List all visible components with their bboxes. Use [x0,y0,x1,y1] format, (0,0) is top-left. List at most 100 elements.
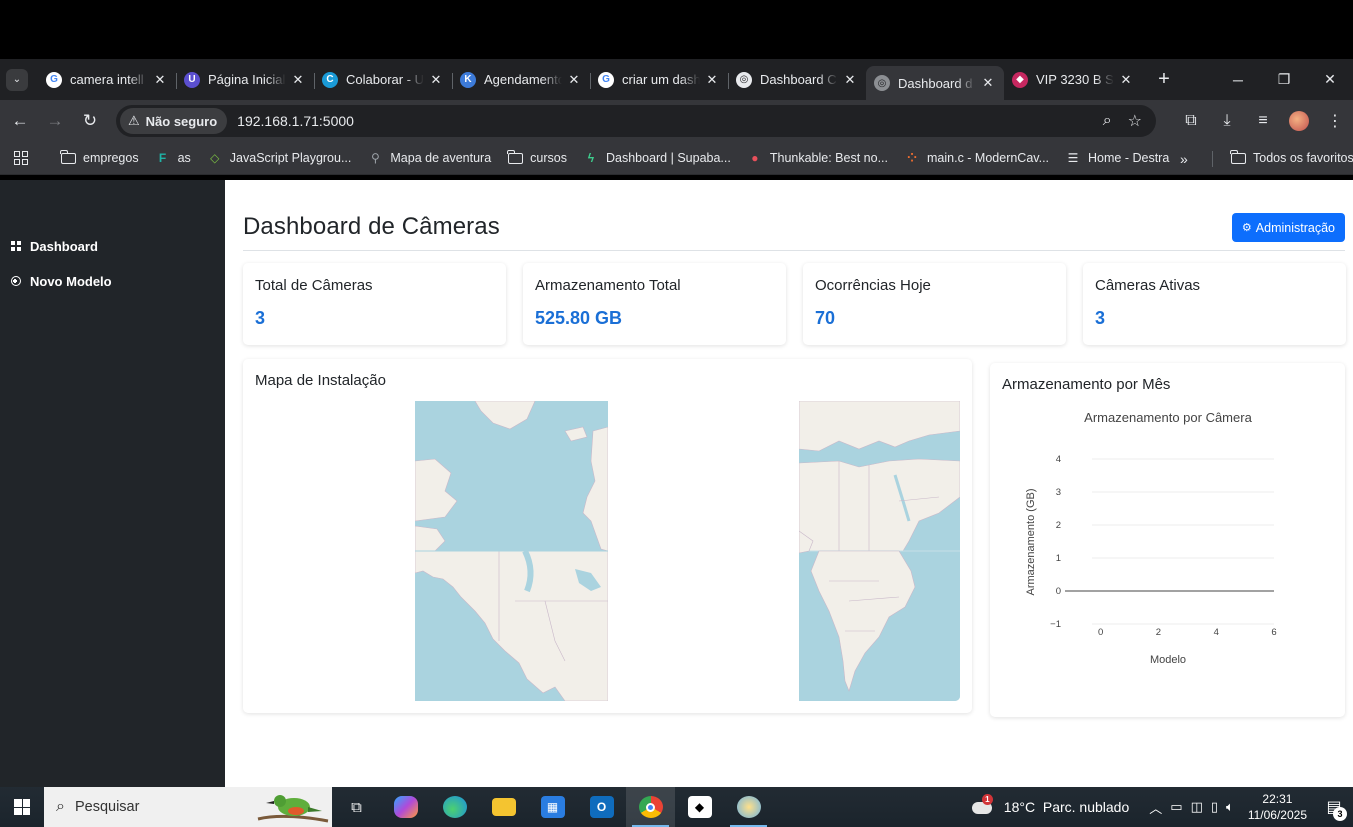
tab-favicon-icon: ◎ [736,71,752,88]
restore-icon[interactable]: ❐ [1261,59,1307,100]
tab-favicon-icon: C [322,71,338,88]
copilot-icon[interactable] [381,787,430,827]
start-button[interactable] [0,787,44,827]
bookmark-label: Dashboard | Supaba... [605,151,731,165]
network-icon[interactable]: ▯ [1211,799,1218,815]
map-view[interactable] [415,401,608,701]
url-text[interactable]: 192.168.1.71:5000 [237,113,354,129]
tab-favicon-icon: U [184,71,200,88]
tab-search-button[interactable]: ⌄ [6,68,28,91]
apps-icon[interactable] [0,145,36,171]
sidebar-item-novo-modelo[interactable]: Novo Modelo [0,270,112,292]
tab-close-icon[interactable]: ✕ [152,72,168,88]
sidebar-item-label: Dashboard [30,238,98,254]
media-icon[interactable]: ≡ [1245,100,1281,142]
paint-icon[interactable] [724,787,773,827]
bookmark-item[interactable]: ⚲ Mapa de aventura [359,145,499,171]
bookmark-item[interactable]: ◇ JavaScript Playgrou... [199,145,360,171]
security-label: Não seguro [145,113,218,129]
extensions-icon[interactable]: ⧉ [1173,100,1209,142]
notification-icon[interactable]: ▤ 3 [1319,787,1349,827]
bookmark-item[interactable]: ϟ Dashboard | Supaba... [575,145,739,171]
y-tick-label: 4 [1056,454,1061,465]
bolt-icon: ϟ [587,151,595,165]
all-bookmarks-folder[interactable]: Todos os favoritos [1222,145,1353,171]
tab-title: VIP 3230 B S [1036,72,1114,87]
tab[interactable]: U Página Inicial ✕ [176,65,314,95]
minimize-icon[interactable]: ─ [1215,59,1261,100]
folder-icon [60,149,76,165]
task-view-icon[interactable]: ⧉ [332,787,381,827]
close-window-icon[interactable]: ✕ [1307,59,1353,100]
roblox-icon[interactable]: ◆ [675,787,724,827]
download-icon[interactable]: ⤓ [1209,100,1245,142]
tab-close-icon[interactable]: ✕ [704,72,720,88]
store-icon[interactable]: ▦ [528,787,577,827]
site-info-chip[interactable]: ⚠ Não seguro [120,108,228,134]
title-divider [243,250,1345,251]
tab-close-icon[interactable]: ✕ [1118,72,1134,88]
tab-close-icon[interactable]: ✕ [428,72,444,88]
back-button[interactable]: ← [5,106,35,136]
admin-button[interactable]: ⚙ Administração [1231,213,1345,242]
tab[interactable]: ◎ Dashboard d ✕ [866,66,1004,100]
zoom-icon[interactable]: ⌕ [1103,112,1112,130]
meet-icon[interactable]: ▭ [1170,799,1182,815]
tab-title: criar um dash [622,72,700,87]
more-bookmarks-icon[interactable]: » [1180,142,1188,175]
map-view-east[interactable] [799,401,960,701]
bookmark-item[interactable]: ☰ Home - Destra [1057,145,1177,171]
tab[interactable]: ◎ Dashboard C ✕ [728,65,866,95]
tab[interactable]: K Agendamento ✕ [452,65,590,95]
warning-icon: ⚠ [128,113,140,128]
bookmark-item[interactable]: cursos [499,145,575,171]
bookmark-label: Home - Destra [1088,151,1170,165]
bookmark-item[interactable]: ⁘ main.c - ModernCav... [896,145,1057,171]
tab[interactable]: Gcamera intell ✕ [38,65,176,95]
weather-text: 18°C Parc. nublado [1003,799,1130,815]
file-explorer-icon[interactable] [479,787,528,827]
chevron-up-icon[interactable]: ︿ [1149,798,1162,817]
camera-icon[interactable]: ◫ [1191,799,1203,815]
taskbar-search[interactable]: ⌕ Pesquisar [44,787,332,827]
bookmark-item[interactable]: ● Thunkable: Best no... [739,145,896,171]
bookmark-item[interactable]: Fas [147,145,199,171]
map-card: Mapa de Instalação [243,359,972,713]
web-page: Dashboard Novo Modelo Dashboard de Câmer… [0,180,1353,787]
tab-title: Dashboard C [760,72,837,87]
tab-close-icon[interactable]: ✕ [980,75,996,91]
clock[interactable]: 22:31 11/06/2025 [1248,791,1307,823]
tab-close-icon[interactable]: ✕ [566,72,582,88]
bookmark-label: as [177,151,191,165]
edge-icon[interactable] [430,787,479,827]
pin-icon: ⚲ [370,151,380,165]
browser-toolbar: ← → ↻ ⚠ Não seguro 192.168.1.71:5000 ⌕ ☆… [0,100,1353,142]
menu-icon[interactable]: ⋮ [1317,100,1353,142]
bookmark-item[interactable]: empregos [52,145,147,171]
reload-button[interactable]: ↻ [75,106,105,136]
x-tick-label: 4 [1214,627,1219,638]
stat-label: Total de Câmeras [255,277,373,294]
tab[interactable]: C Colaborar - U ✕ [314,65,452,95]
tab-favicon-icon: ◆ [1012,71,1028,88]
system-tray: 1 18°C Parc. nublado ︿ ▭ ◫ ▯ 🔈︎ 22:31 11… [971,787,1353,827]
tab-close-icon[interactable]: ✕ [290,72,306,88]
new-tab-button[interactable]: + [1150,66,1178,94]
weather-widget[interactable]: 1 18°C Parc. nublado [971,794,1130,818]
tab[interactable]: Gcriar um dash ✕ [590,65,728,95]
tab-close-icon[interactable]: ✕ [842,72,858,88]
sidebar-item-dashboard[interactable]: Dashboard [0,235,98,257]
bookmark-label: JavaScript Playgrou... [229,151,352,165]
profile-avatar[interactable] [1289,111,1309,131]
outlook-icon[interactable]: O [577,787,626,827]
tab[interactable]: ◆ VIP 3230 B S ✕ [1004,65,1142,95]
forward-button[interactable]: → [40,106,70,136]
volume-icon[interactable]: 🔈︎ [1226,799,1234,815]
bookmark-star-icon[interactable]: ☆ [1128,111,1142,131]
x-tick-label: 2 [1156,627,1161,638]
address-bar[interactable]: ⚠ Não seguro 192.168.1.71:5000 ⌕ ☆ [116,105,1156,137]
stat-card-active-cameras: Câmeras Ativas 3 [1083,263,1346,345]
chrome-icon[interactable] [626,787,675,827]
tab-favicon-icon: ◎ [874,75,890,91]
plus-circle-icon [10,276,21,286]
